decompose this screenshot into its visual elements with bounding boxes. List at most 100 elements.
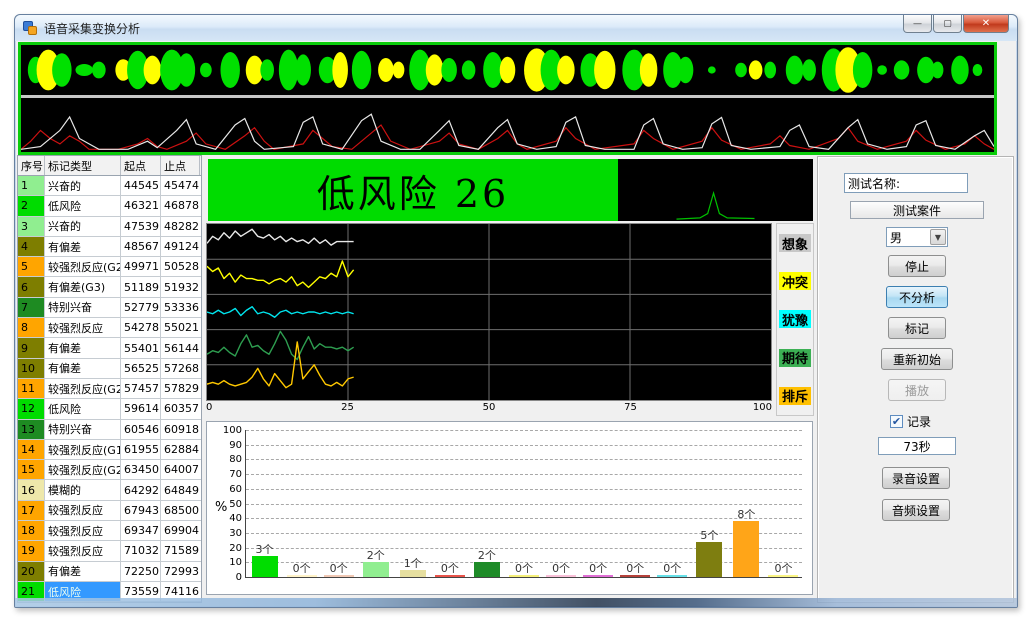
marker-type-cell[interactable]: 较强烈反应 (45, 501, 121, 520)
start-cell[interactable]: 51189 (121, 277, 161, 296)
end-cell[interactable]: 64849 (161, 480, 200, 499)
table-row[interactable]: 2低风险4632146878 (18, 196, 201, 216)
end-cell[interactable]: 46878 (161, 196, 200, 215)
start-cell[interactable]: 59614 (121, 399, 161, 418)
stop-button[interactable]: 停止 (888, 255, 946, 277)
table-row[interactable]: 5较强烈反应(G2)(G34997150528 (18, 257, 201, 277)
record-checkbox[interactable]: ✔ 记录 (890, 413, 931, 430)
end-cell[interactable]: 72993 (161, 562, 200, 581)
table-row[interactable]: 15较强烈反应(G2)6345064007 (18, 460, 201, 480)
marker-type-cell[interactable]: 有偏差 (45, 338, 121, 357)
reinit-button[interactable]: 重新初始 (881, 348, 953, 370)
row-number-cell[interactable]: 3 (18, 217, 45, 236)
start-cell[interactable]: 57457 (121, 379, 161, 398)
table-row[interactable]: 20有偏差7225072993 (18, 562, 201, 582)
end-cell[interactable]: 51932 (161, 277, 200, 296)
row-number-cell[interactable]: 16 (18, 480, 45, 499)
row-number-cell[interactable]: 19 (18, 541, 45, 560)
marker-type-cell[interactable]: 较强烈反应(G1)(G2 (45, 440, 121, 459)
start-cell[interactable]: 71032 (121, 541, 161, 560)
end-cell[interactable]: 50528 (161, 257, 200, 276)
marker-type-cell[interactable]: 低风险 (45, 196, 121, 215)
table-row[interactable]: 17较强烈反应6794368500 (18, 501, 201, 521)
table-row[interactable]: 1兴奋的4454545474 (18, 176, 201, 196)
marker-type-cell[interactable]: 特别兴奋 (45, 298, 121, 317)
mark-button[interactable]: 标记 (888, 317, 946, 339)
marker-type-cell[interactable]: 兴奋的 (45, 176, 121, 195)
close-button[interactable]: ✕ (963, 15, 1009, 33)
end-cell[interactable]: 62884 (161, 440, 200, 459)
test-case-button[interactable]: 测试案件 (850, 201, 984, 219)
row-number-cell[interactable]: 15 (18, 460, 45, 479)
end-cell[interactable]: 49124 (161, 237, 200, 256)
gender-combobox[interactable]: 男 ▼ (886, 227, 948, 247)
column-header[interactable]: 序号 (18, 156, 45, 175)
row-number-cell[interactable]: 17 (18, 501, 45, 520)
marker-type-cell[interactable]: 特别兴奋 (45, 420, 121, 439)
start-cell[interactable]: 48567 (121, 237, 161, 256)
start-cell[interactable]: 49971 (121, 257, 161, 276)
end-cell[interactable]: 57268 (161, 359, 200, 378)
start-cell[interactable]: 63450 (121, 460, 161, 479)
row-number-cell[interactable]: 10 (18, 359, 45, 378)
marker-type-cell[interactable]: 模糊的 (45, 480, 121, 499)
record-settings-button[interactable]: 录音设置 (882, 467, 950, 489)
row-number-cell[interactable]: 7 (18, 298, 45, 317)
chevron-down-icon[interactable]: ▼ (930, 229, 946, 245)
start-cell[interactable]: 55401 (121, 338, 161, 357)
column-header[interactable]: 起点 (121, 156, 161, 175)
start-cell[interactable]: 46321 (121, 196, 161, 215)
row-number-cell[interactable]: 8 (18, 318, 45, 337)
end-cell[interactable]: 60918 (161, 420, 200, 439)
marker-type-cell[interactable]: 有偏差 (45, 237, 121, 256)
table-row[interactable]: 3兴奋的4753948282 (18, 217, 201, 237)
row-number-cell[interactable]: 11 (18, 379, 45, 398)
row-number-cell[interactable]: 2 (18, 196, 45, 215)
minimize-button[interactable]: — (903, 15, 932, 33)
end-cell[interactable]: 55021 (161, 318, 200, 337)
start-cell[interactable]: 64292 (121, 480, 161, 499)
audio-settings-button[interactable]: 音频设置 (882, 499, 950, 521)
end-cell[interactable]: 48282 (161, 217, 200, 236)
marker-type-cell[interactable]: 有偏差(G3) (45, 277, 121, 296)
end-cell[interactable]: 68500 (161, 501, 200, 520)
table-row[interactable]: 14较强烈反应(G1)(G26195562884 (18, 440, 201, 460)
marker-type-cell[interactable]: 较强烈反应(G2)(G3 (45, 257, 121, 276)
table-row[interactable]: 4有偏差4856749124 (18, 237, 201, 257)
end-cell[interactable]: 57829 (161, 379, 200, 398)
table-row[interactable]: 19较强烈反应7103271589 (18, 541, 201, 561)
row-number-cell[interactable]: 12 (18, 399, 45, 418)
marker-type-cell[interactable]: 有偏差 (45, 562, 121, 581)
start-cell[interactable]: 61955 (121, 440, 161, 459)
marker-type-cell[interactable]: 兴奋的 (45, 217, 121, 236)
play-button[interactable]: 播放 (888, 379, 946, 401)
start-cell[interactable]: 69347 (121, 521, 161, 540)
row-number-cell[interactable]: 13 (18, 420, 45, 439)
table-row[interactable]: 7特别兴奋5277953336 (18, 298, 201, 318)
row-number-cell[interactable]: 20 (18, 562, 45, 581)
marker-type-cell[interactable]: 较强烈反应 (45, 541, 121, 560)
start-cell[interactable]: 72250 (121, 562, 161, 581)
marker-type-cell[interactable]: 较强烈反应 (45, 318, 121, 337)
end-cell[interactable]: 56144 (161, 338, 200, 357)
start-cell[interactable]: 44545 (121, 176, 161, 195)
table-row[interactable]: 12低风险5961460357 (18, 399, 201, 419)
table-row[interactable]: 10有偏差5652557268 (18, 359, 201, 379)
end-cell[interactable]: 45474 (161, 176, 200, 195)
marker-type-cell[interactable]: 较强烈反应(G2) (45, 379, 121, 398)
row-number-cell[interactable]: 18 (18, 521, 45, 540)
start-cell[interactable]: 47539 (121, 217, 161, 236)
row-number-cell[interactable]: 4 (18, 237, 45, 256)
end-cell[interactable]: 60357 (161, 399, 200, 418)
row-number-cell[interactable]: 6 (18, 277, 45, 296)
row-number-cell[interactable]: 1 (18, 176, 45, 195)
table-row[interactable]: 16模糊的6429264849 (18, 480, 201, 500)
marker-type-cell[interactable]: 低风险 (45, 399, 121, 418)
start-cell[interactable]: 54278 (121, 318, 161, 337)
duration-field[interactable]: 73秒 (878, 437, 956, 455)
start-cell[interactable]: 56525 (121, 359, 161, 378)
end-cell[interactable]: 64007 (161, 460, 200, 479)
test-name-field[interactable]: 测试名称: (844, 173, 968, 193)
start-cell[interactable]: 60546 (121, 420, 161, 439)
table-row[interactable]: 13特别兴奋6054660918 (18, 420, 201, 440)
